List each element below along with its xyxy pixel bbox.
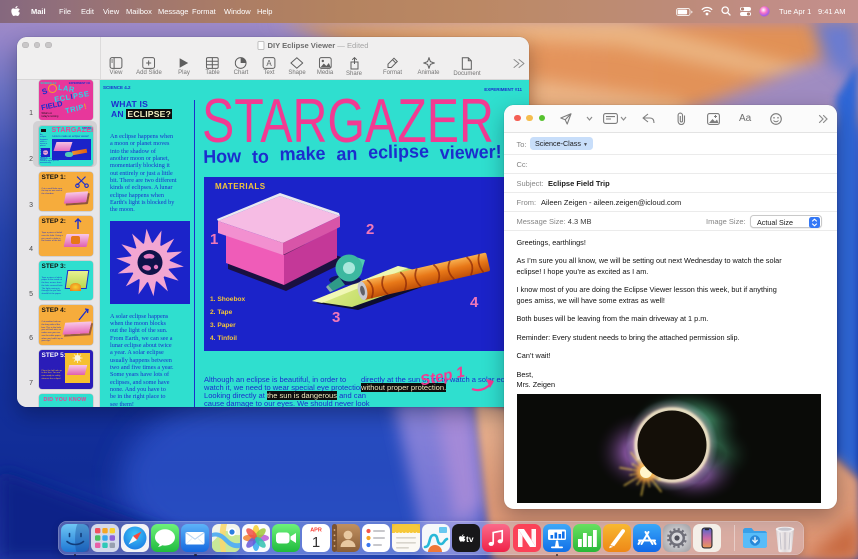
svg-text:1: 1 [312, 534, 320, 551]
svg-text:A: A [266, 59, 272, 68]
svg-text:2: 2 [366, 221, 374, 238]
svg-text:1: 1 [210, 231, 218, 248]
svg-text:4: 4 [470, 294, 479, 311]
svg-text:tv: tv [466, 534, 474, 544]
svg-text:3: 3 [332, 309, 340, 326]
svg-text:APR: APR [310, 527, 322, 533]
